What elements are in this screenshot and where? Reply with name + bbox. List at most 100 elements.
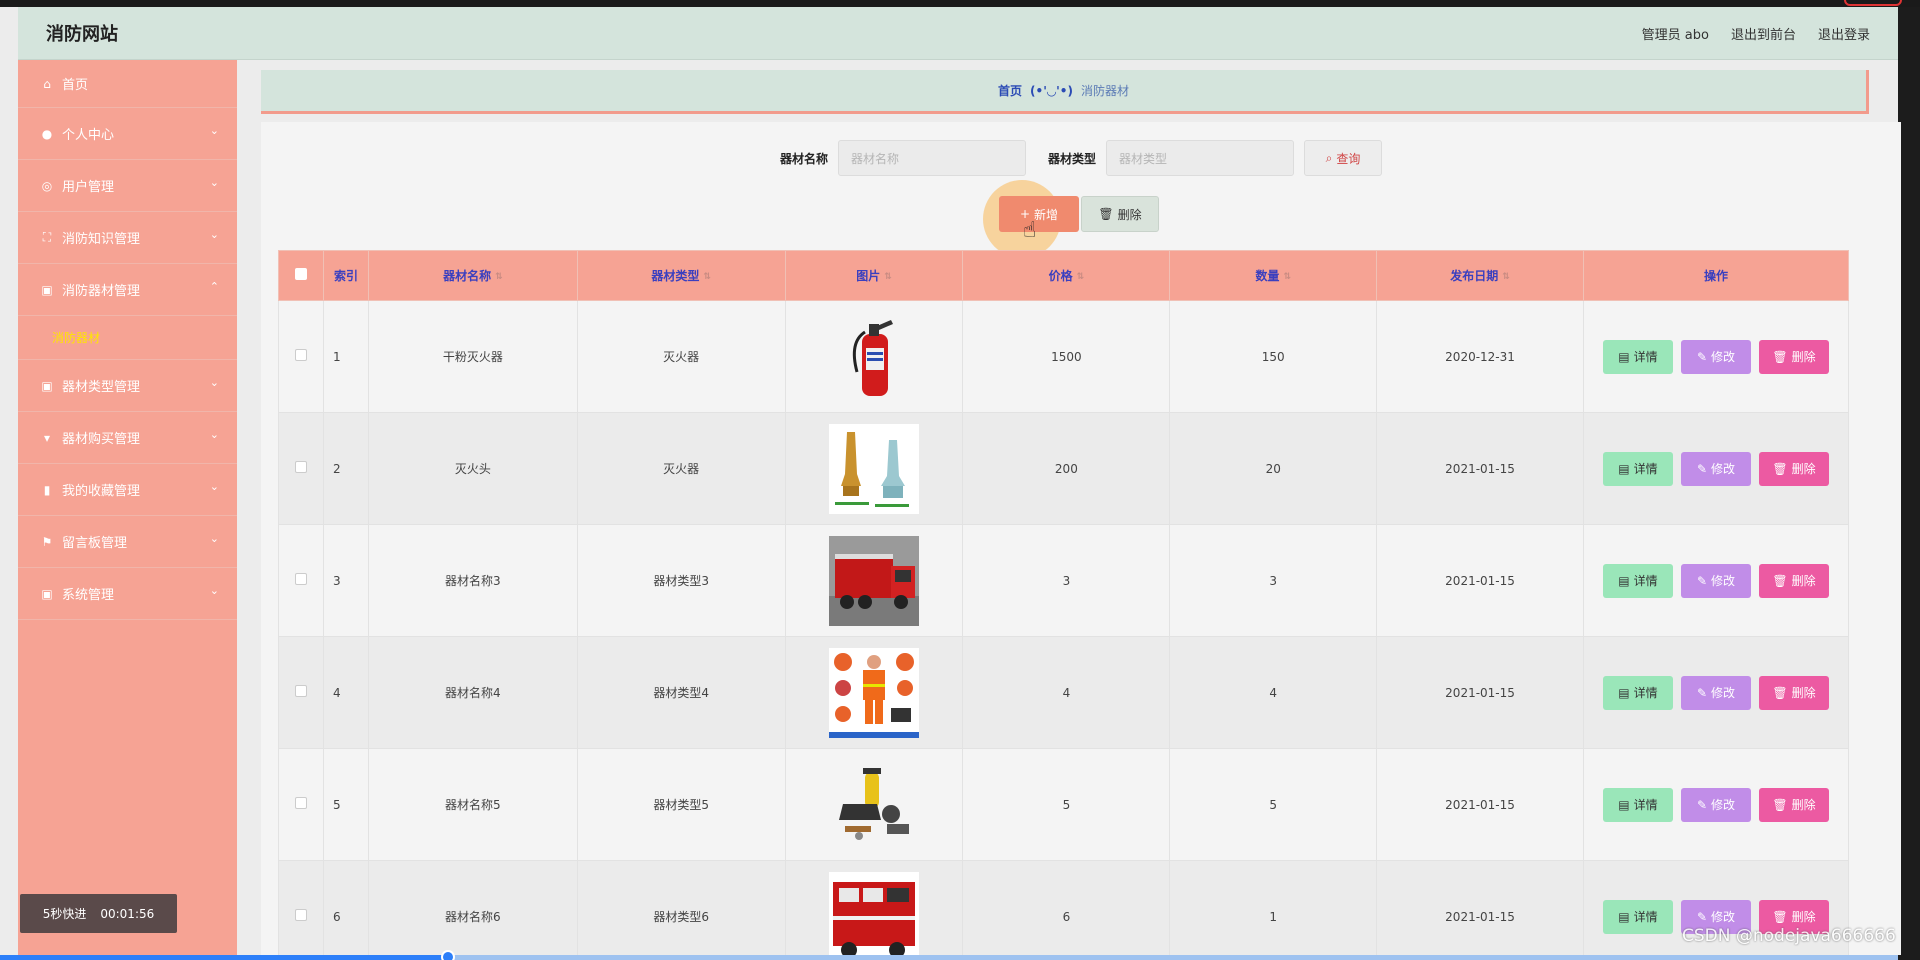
sidebar-item-label: 用户管理 (62, 180, 115, 195)
delete-button[interactable]: 🗑 删除 (1758, 563, 1829, 598)
detail-button[interactable]: ▤ 详情 (1602, 339, 1673, 374)
breathing-apparatus-image (829, 759, 920, 850)
row-index: 6 (322, 860, 369, 960)
sidebar-item-label: 留言板管理 (62, 536, 128, 551)
window-top-strip (0, 0, 1920, 7)
row-date: 2021-01-15 (1376, 860, 1584, 960)
edit-button[interactable]: ✎ 修改 (1680, 339, 1751, 374)
edit-button[interactable]: ✎ 修改 (1680, 563, 1751, 598)
edit-button[interactable]: ✎ 修改 (1680, 451, 1751, 486)
row-checkbox[interactable] (294, 797, 307, 809)
trash-icon: 🗑 (1772, 797, 1788, 812)
query-button-label: 查询 (1336, 151, 1361, 166)
row-date: 2020-12-31 (1376, 300, 1584, 413)
sidebar-item-label: 消防知识管理 (62, 232, 141, 247)
front-link[interactable]: 退出到前台 (1731, 24, 1796, 43)
sidebar-item-messages[interactable]: ⚑ 留言板管理 ⌄ (18, 516, 237, 568)
row-checkbox[interactable] (294, 573, 307, 585)
sidebar-item-system[interactable]: ▣ 系统管理 ⌄ (18, 568, 237, 620)
type-search-input[interactable]: 器材类型 (1106, 140, 1295, 176)
video-progress-handle[interactable] (441, 950, 455, 960)
action-bar: + 新增 🗑 删除 (261, 196, 1901, 232)
column-header[interactable]: 数量 ⇅ (1169, 250, 1378, 301)
detail-button[interactable]: ▤ 详情 (1602, 563, 1673, 598)
row-qty: 4 (1169, 636, 1378, 749)
column-header[interactable]: 图片 ⇅ (784, 250, 964, 301)
row-qty: 1 (1169, 860, 1378, 960)
breadcrumb-current: 消防器材 (1080, 84, 1129, 98)
batch-delete-button[interactable]: 🗑 删除 (1081, 196, 1159, 232)
sidebar: ⌂ 首页 ● 个人中心 ⌄ ◎ 用户管理 ⌄ ⛶ 消防知识管理 ⌄ ▣ 消防器材… (18, 60, 237, 960)
table-row: 4 器材名称4 器材类型4 4 4 2021-01-15 ▤ 详情 ✎ 修改 🗑… (278, 636, 1850, 749)
delete-button[interactable]: 🗑 删除 (1758, 451, 1829, 486)
chevron-down-icon: ⌄ (209, 428, 219, 441)
column-header[interactable]: 器材类型 ⇅ (576, 250, 786, 301)
edit-button[interactable]: ✎ 修改 (1680, 675, 1751, 710)
delete-button[interactable]: 🗑 删除 (1758, 787, 1829, 822)
sort-icon: ⇅ (495, 271, 503, 282)
sidebar-item-equipment-type[interactable]: ▣ 器材类型管理 ⌄ (18, 360, 237, 412)
row-name: 器材名称3 (367, 524, 578, 637)
user-icon: ● (41, 126, 53, 141)
detail-button[interactable]: ▤ 详情 (1602, 675, 1673, 710)
select-all-checkbox[interactable] (294, 268, 307, 280)
chevron-down-icon: ⌄ (209, 584, 219, 597)
window-control-button[interactable] (1844, 0, 1902, 6)
sidebar-item-home[interactable]: ⌂ 首页 (18, 60, 237, 108)
select-all-cell (278, 250, 324, 301)
main-content: 首页 (•'◡'•) 消防器材 器材名称 器材名称 器材类型 器材类型 ⌕ 查询… (237, 60, 1901, 960)
breadcrumb-home[interactable]: 首页 (998, 82, 1022, 99)
delete-button[interactable]: 🗑 删除 (1758, 339, 1829, 374)
name-search-input[interactable]: 器材名称 (838, 140, 1026, 176)
detail-button[interactable]: ▤ 详情 (1602, 451, 1673, 486)
row-checkbox[interactable] (294, 349, 307, 361)
sidebar-item-purchase[interactable]: ▾ 器材购买管理 ⌄ (18, 412, 237, 464)
column-header[interactable]: 器材名称 ⇅ (367, 250, 578, 301)
row-checkbox[interactable] (294, 909, 307, 921)
trash-icon: 🗑 (1098, 207, 1114, 221)
row-name: 器材名称4 (367, 636, 578, 749)
sidebar-item-favorites[interactable]: ▮ 我的收藏管理 ⌄ (18, 464, 237, 516)
header-links: 管理员 abo 退出到前台 退出登录 (1642, 24, 1870, 43)
row-type: 器材类型3 (576, 524, 786, 637)
table-row: 5 器材名称5 器材类型5 5 5 2021-01-15 ▤ 详情 ✎ 修改 🗑… (278, 748, 1850, 861)
detail-button[interactable]: ▤ 详情 (1602, 787, 1673, 822)
document-icon: ▤ (1618, 909, 1630, 924)
document-icon: ▤ (1618, 349, 1630, 364)
sidebar-item-personal[interactable]: ● 个人中心 ⌄ (18, 108, 237, 160)
add-button[interactable]: + 新增 (999, 196, 1079, 232)
row-price: 5 (962, 748, 1171, 861)
edit-button[interactable]: ✎ 修改 (1680, 787, 1751, 822)
query-button[interactable]: ⌕ 查询 (1304, 140, 1383, 176)
chevron-up-icon: ⌃ (209, 280, 219, 293)
fire-truck-image (829, 535, 920, 626)
sidebar-item-label: 系统管理 (62, 588, 115, 603)
expand-icon: ⛶ (42, 230, 52, 244)
sidebar-item-users[interactable]: ◎ 用户管理 ⌄ (18, 160, 237, 212)
breadcrumb-separator: (•'◡'•) (1030, 83, 1073, 98)
fast-forward-timer[interactable]: 5秒快进 00:01:56 (20, 894, 177, 933)
logout-link[interactable]: 退出登录 (1818, 24, 1870, 43)
sidebar-subitem-equipment[interactable]: 消防器材 (18, 316, 237, 360)
trash-icon: 🗑 (1772, 349, 1788, 364)
row-checkbox[interactable] (294, 685, 307, 697)
row-index: 4 (322, 636, 369, 749)
search-bar: 器材名称 器材名称 器材类型 器材类型 ⌕ 查询 (261, 140, 1901, 176)
row-checkbox[interactable] (294, 461, 307, 473)
row-name: 器材名称6 (367, 860, 578, 960)
row-index: 1 (322, 300, 369, 413)
pencil-icon: ✎ (1696, 909, 1707, 924)
delete-button-label: 删除 (1117, 207, 1142, 222)
sidebar-item-equipment[interactable]: ▣ 消防器材管理 ⌃ (18, 264, 237, 316)
row-date: 2021-01-15 (1376, 748, 1584, 861)
pencil-icon: ✎ (1696, 573, 1707, 588)
sidebar-item-label: 消防器材管理 (62, 284, 141, 299)
detail-button[interactable]: ▤ 详情 (1602, 899, 1673, 934)
column-header[interactable]: 价格 ⇅ (962, 250, 1171, 301)
watermark-text: CSDN @nodejava666666 (1682, 926, 1896, 946)
column-header[interactable]: 发布日期 ⇅ (1376, 250, 1584, 301)
sidebar-item-knowledge[interactable]: ⛶ 消防知识管理 ⌄ (18, 212, 237, 264)
brand-title: 消防网站 (46, 24, 118, 45)
clipboard-icon: ▣ (41, 378, 53, 393)
delete-button[interactable]: 🗑 删除 (1758, 675, 1829, 710)
